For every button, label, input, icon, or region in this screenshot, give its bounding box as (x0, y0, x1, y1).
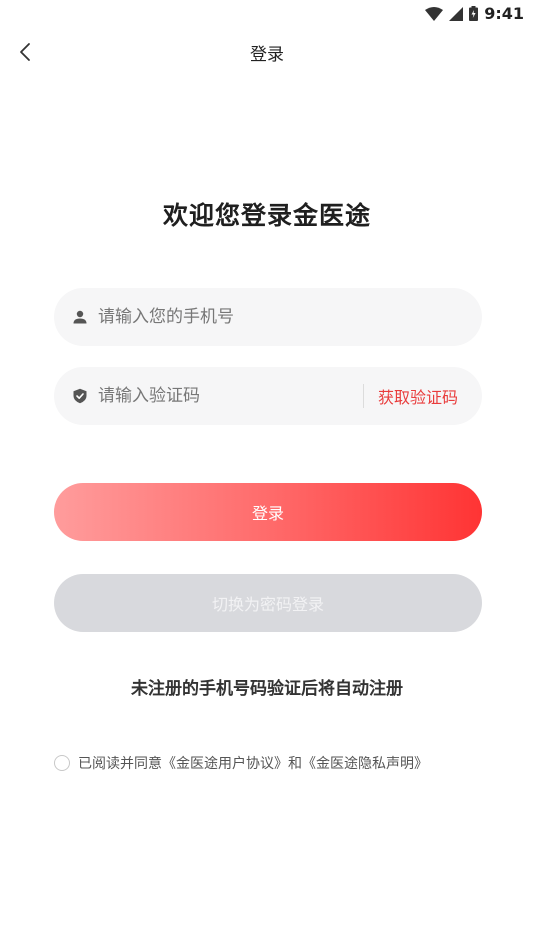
code-field[interactable]: 获取验证码 (54, 367, 482, 425)
agreement-row[interactable]: 已阅读并同意《金医途用户协议》和《金医途隐私声明》 (54, 753, 428, 773)
status-icons: 9:41 (425, 4, 524, 23)
wifi-icon (425, 6, 444, 21)
phone-field[interactable] (54, 288, 482, 346)
page-title: 登录 (250, 45, 284, 65)
switch-to-password-button[interactable]: 切换为密码登录 (54, 574, 482, 632)
welcome-heading: 欢迎您登录金医途 (162, 201, 371, 230)
shield-icon (73, 388, 87, 404)
phone-input[interactable] (96, 296, 482, 338)
get-code-button[interactable]: 获取验证码 (378, 384, 458, 408)
nav-bar: 登录 (0, 32, 534, 72)
agreement-text[interactable]: 已阅读并同意《金医途用户协议》和《金医途隐私声明》 (78, 753, 428, 773)
battery-icon (469, 6, 479, 21)
status-time: 9:41 (484, 4, 524, 23)
signal-icon (449, 6, 464, 21)
agreement-checkbox[interactable] (54, 755, 70, 771)
status-bar: 9:41 (0, 0, 534, 28)
register-notice: 未注册的手机号码验证后将自动注册 (131, 679, 403, 699)
user-icon (73, 310, 87, 324)
login-button[interactable]: 登录 (54, 483, 482, 541)
code-input[interactable] (96, 375, 363, 417)
field-divider (362, 384, 364, 408)
